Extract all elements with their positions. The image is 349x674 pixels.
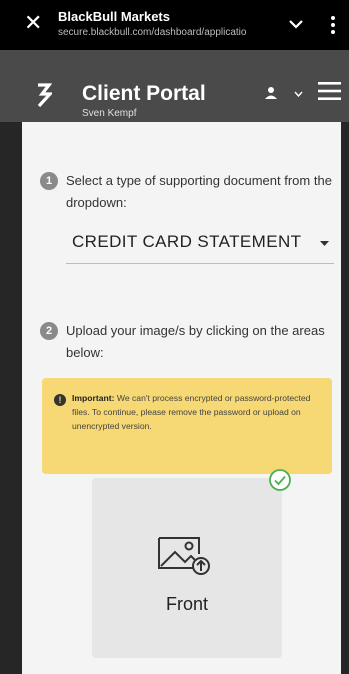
left-rail: [0, 122, 22, 674]
caret-down-icon[interactable]: [294, 91, 303, 97]
notice-text: Important: We can't process encrypted or…: [72, 391, 324, 433]
user-name: Sven Kempf: [82, 108, 137, 119]
upload-front-label: Front: [165, 594, 208, 614]
chevron-down-icon[interactable]: [286, 14, 306, 34]
step-1-text: Select a type of supporting document fro…: [66, 173, 332, 210]
caret-down-icon: [320, 241, 329, 246]
document-type-select[interactable]: CREDIT CARD STATEMENT: [66, 222, 334, 264]
site-url[interactable]: secure.blackbull.com/dashboard/applicati…: [58, 27, 268, 38]
upload-front-area[interactable]: Front: [92, 478, 282, 658]
logo[interactable]: [36, 82, 52, 108]
document-type-value: CREDIT CARD STATEMENT: [72, 232, 302, 251]
right-edge: [341, 122, 349, 674]
menu-icon[interactable]: [318, 82, 341, 100]
important-notice: ! Important: We can't process encrypted …: [42, 378, 332, 474]
user-icon[interactable]: [264, 86, 278, 100]
more-vert-icon[interactable]: [330, 14, 336, 36]
site-title: BlackBull Markets: [58, 9, 170, 24]
page-title: Client Portal: [82, 82, 206, 105]
check-circle-icon: [269, 469, 291, 491]
image-upload-icon: [158, 537, 210, 575]
info-icon: !: [54, 394, 66, 406]
browser-toolbar: ✕ BlackBull Markets secure.blackbull.com…: [0, 0, 349, 50]
step-2-text: Upload your image/s by clicking on the a…: [66, 323, 325, 360]
close-icon[interactable]: ✕: [24, 12, 42, 34]
step-2-badge: 2: [40, 322, 58, 340]
step-1-badge: 1: [40, 172, 58, 190]
notice-strong: Important:: [72, 393, 115, 403]
